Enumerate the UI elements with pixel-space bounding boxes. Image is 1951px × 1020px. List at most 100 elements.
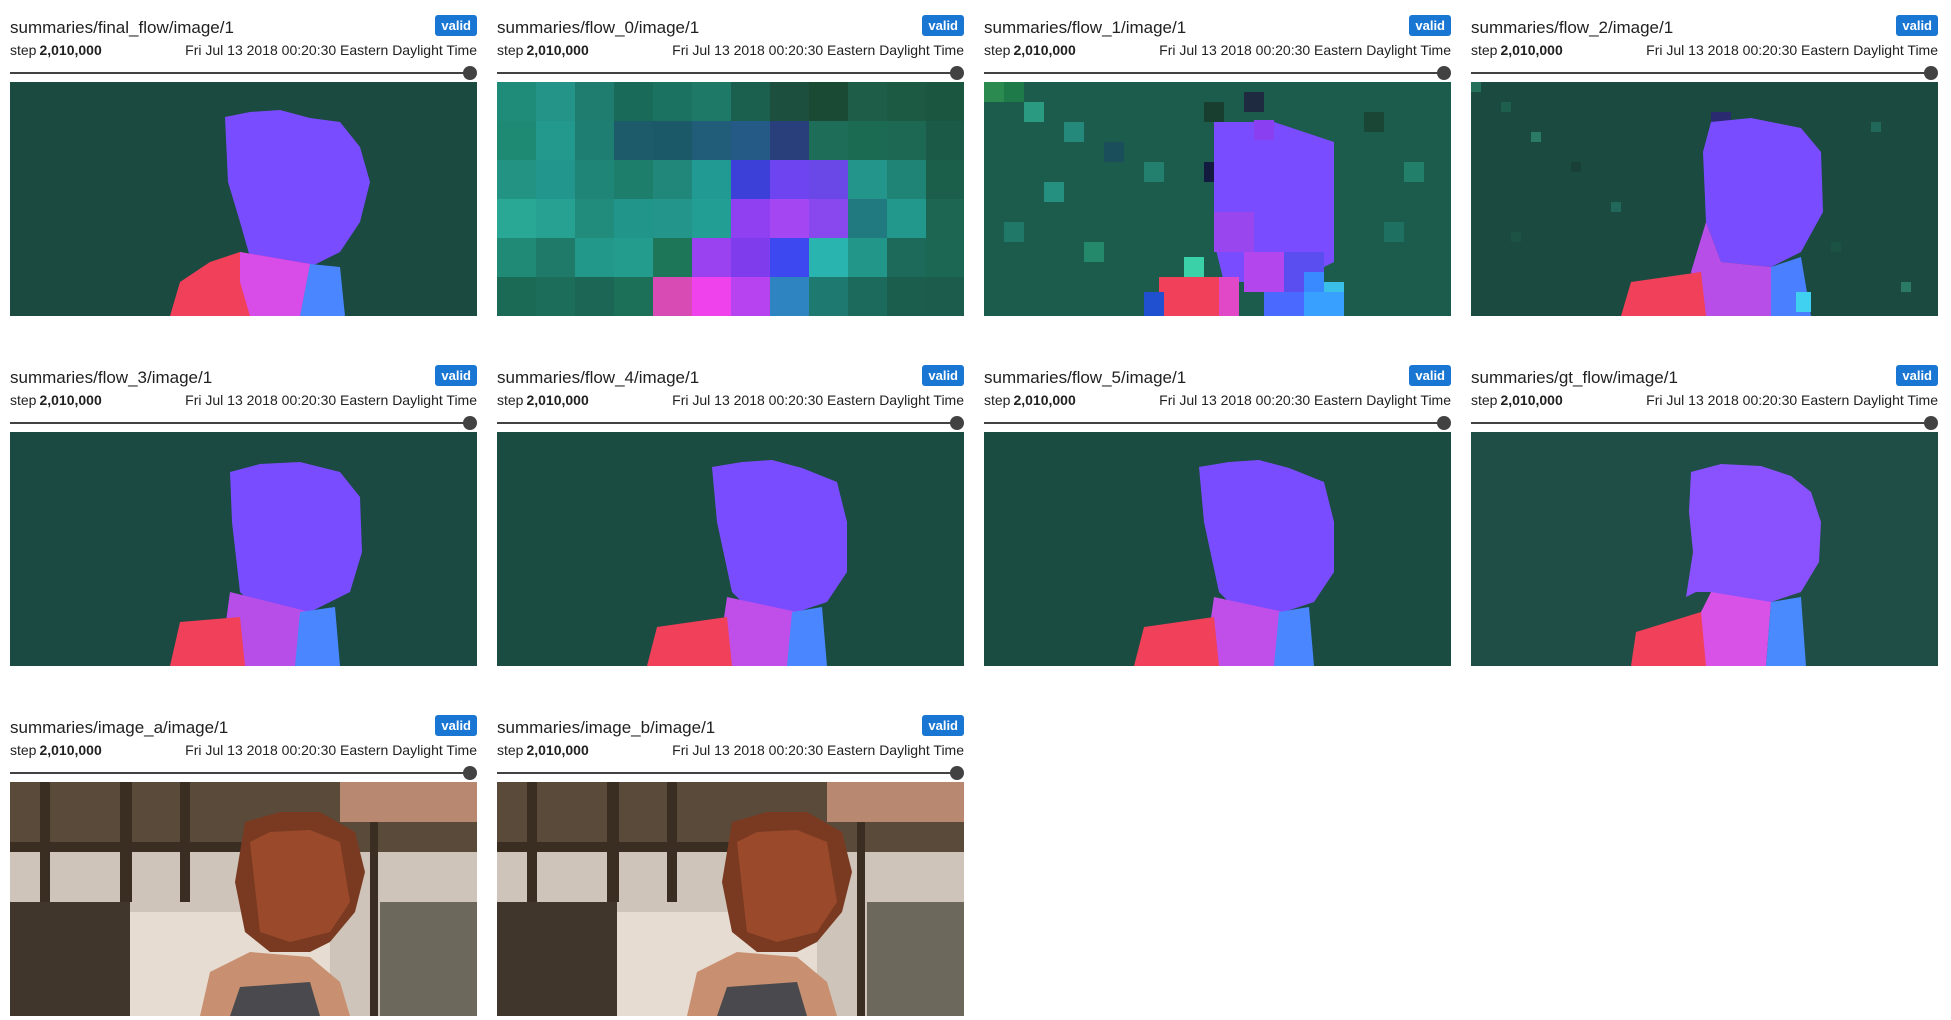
card-meta: step 2,010,000 Fri Jul 13 2018 00:20:30 E… [10, 392, 477, 408]
slider-track[interactable] [10, 422, 470, 424]
summary-image [984, 82, 1451, 316]
step-label: step [984, 42, 1011, 58]
summary-image [497, 432, 964, 666]
card-meta: step 2,010,000 Fri Jul 13 2018 00:20:30 E… [10, 742, 477, 758]
step-value: 2,010,000 [1013, 392, 1076, 408]
step-label: step [497, 42, 524, 58]
card-title: summaries/final_flow/image/1 [10, 18, 234, 37]
summary-image [10, 782, 477, 1016]
step-slider[interactable] [497, 766, 964, 780]
card-title: summaries/flow_4/image/1 [497, 368, 700, 387]
step-label: step [1471, 42, 1498, 58]
card-title: summaries/gt_flow/image/1 [1471, 368, 1678, 387]
summary-image [10, 432, 477, 666]
image-dashboard: summaries/final_flow/image/1 valid step 2… [0, 0, 1951, 1020]
step-value: 2,010,000 [526, 42, 589, 58]
slider-knob[interactable] [950, 66, 964, 80]
slider-knob[interactable] [463, 416, 477, 430]
card-title: summaries/flow_3/image/1 [10, 368, 213, 387]
slider-knob[interactable] [950, 416, 964, 430]
card-title: summaries/flow_1/image/1 [984, 18, 1187, 37]
image-card-flow-2: summaries/flow_2/image/1 valid step 2,010… [1471, 10, 1938, 340]
valid-badge: valid [1409, 365, 1451, 386]
card-title: summaries/flow_0/image/1 [497, 18, 700, 37]
step-slider[interactable] [497, 416, 964, 430]
slider-track[interactable] [497, 772, 957, 774]
slider-knob[interactable] [1437, 66, 1451, 80]
valid-badge: valid [435, 715, 477, 736]
timestamp: Fri Jul 13 2018 00:20:30 Eastern Dayligh… [1159, 42, 1451, 58]
step-value: 2,010,000 [39, 742, 102, 758]
slider-track[interactable] [10, 772, 470, 774]
image-card-gt-flow: summaries/gt_flow/image/1 valid step 2,01… [1471, 360, 1938, 690]
slider-track[interactable] [1471, 72, 1931, 74]
slider-knob[interactable] [1437, 416, 1451, 430]
step-label: step [497, 742, 524, 758]
step-slider[interactable] [1471, 416, 1938, 430]
timestamp: Fri Jul 13 2018 00:20:30 Eastern Dayligh… [672, 42, 964, 58]
card-meta: step 2,010,000 Fri Jul 13 2018 00:20:30 E… [497, 742, 964, 758]
slider-knob[interactable] [1924, 416, 1938, 430]
slider-track[interactable] [497, 422, 957, 424]
step-value: 2,010,000 [526, 392, 589, 408]
timestamp: Fri Jul 13 2018 00:20:30 Eastern Dayligh… [1646, 42, 1938, 58]
image-card-final-flow: summaries/final_flow/image/1 valid step 2… [10, 10, 477, 340]
step-label: step [10, 42, 37, 58]
slider-knob[interactable] [463, 66, 477, 80]
image-card-image-b: summaries/image_b/image/1 valid step 2,01… [497, 710, 964, 1020]
step-value: 2,010,000 [1500, 392, 1563, 408]
step-slider[interactable] [984, 416, 1451, 430]
card-meta: step 2,010,000 Fri Jul 13 2018 00:20:30 E… [984, 42, 1451, 58]
card-title: summaries/flow_5/image/1 [984, 368, 1187, 387]
timestamp: Fri Jul 13 2018 00:20:30 Eastern Dayligh… [185, 42, 477, 58]
slider-track[interactable] [1471, 422, 1931, 424]
image-card-flow-1: summaries/flow_1/image/1 valid step 2,010… [984, 10, 1451, 340]
step-value: 2,010,000 [1500, 42, 1563, 58]
step-slider[interactable] [984, 66, 1451, 80]
step-value: 2,010,000 [526, 742, 589, 758]
timestamp: Fri Jul 13 2018 00:20:30 Eastern Dayligh… [185, 742, 477, 758]
summary-image [1471, 432, 1938, 666]
card-meta: step 2,010,000 Fri Jul 13 2018 00:20:30 E… [497, 42, 964, 58]
summary-image [10, 82, 477, 316]
card-title: summaries/image_a/image/1 [10, 718, 229, 737]
valid-badge: valid [922, 715, 964, 736]
step-value: 2,010,000 [39, 392, 102, 408]
step-slider[interactable] [10, 766, 477, 780]
image-card-flow-3: summaries/flow_3/image/1 valid step 2,010… [10, 360, 477, 690]
timestamp: Fri Jul 13 2018 00:20:30 Eastern Dayligh… [185, 392, 477, 408]
image-card-image-a: summaries/image_a/image/1 valid step 2,01… [10, 710, 477, 1020]
step-slider[interactable] [10, 66, 477, 80]
image-card-flow-4: summaries/flow_4/image/1 valid step 2,010… [497, 360, 964, 690]
summary-image [1471, 82, 1938, 316]
slider-knob[interactable] [950, 766, 964, 780]
valid-badge: valid [922, 365, 964, 386]
step-value: 2,010,000 [39, 42, 102, 58]
timestamp: Fri Jul 13 2018 00:20:30 Eastern Dayligh… [672, 392, 964, 408]
image-card-flow-0: summaries/flow_0/image/1 valid step 2,010… [497, 10, 964, 340]
slider-track[interactable] [497, 72, 957, 74]
card-title: summaries/image_b/image/1 [497, 718, 716, 737]
valid-badge: valid [1409, 15, 1451, 36]
card-meta: step 2,010,000 Fri Jul 13 2018 00:20:30 E… [1471, 392, 1938, 408]
summary-image [497, 82, 964, 316]
slider-track[interactable] [984, 422, 1444, 424]
slider-knob[interactable] [463, 766, 477, 780]
card-meta: step 2,010,000 Fri Jul 13 2018 00:20:30 E… [10, 42, 477, 58]
step-slider[interactable] [10, 416, 477, 430]
slider-track[interactable] [10, 72, 470, 74]
slider-track[interactable] [984, 72, 1444, 74]
step-slider[interactable] [497, 66, 964, 80]
card-meta: step 2,010,000 Fri Jul 13 2018 00:20:30 E… [497, 392, 964, 408]
timestamp: Fri Jul 13 2018 00:20:30 Eastern Dayligh… [1646, 392, 1938, 408]
step-label: step [10, 392, 37, 408]
timestamp: Fri Jul 13 2018 00:20:30 Eastern Dayligh… [672, 742, 964, 758]
step-label: step [1471, 392, 1498, 408]
image-card-flow-5: summaries/flow_5/image/1 valid step 2,010… [984, 360, 1451, 690]
step-label: step [497, 392, 524, 408]
card-meta: step 2,010,000 Fri Jul 13 2018 00:20:30 E… [984, 392, 1451, 408]
card-meta: step 2,010,000 Fri Jul 13 2018 00:20:30 E… [1471, 42, 1938, 58]
summary-image [497, 782, 964, 1016]
slider-knob[interactable] [1924, 66, 1938, 80]
step-slider[interactable] [1471, 66, 1938, 80]
